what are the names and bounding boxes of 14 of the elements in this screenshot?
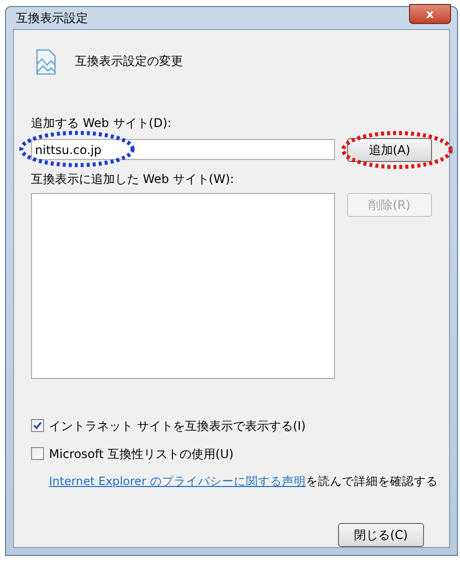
window-title: 互換表示設定 xyxy=(16,10,88,27)
close-dialog-button[interactable]: 閉じる(C) xyxy=(338,523,424,547)
added-sites-label: 互換表示に追加した Web サイト(W): xyxy=(31,170,236,188)
option-label: イントラネット サイトを互換表示で表示する(I) xyxy=(49,418,306,435)
privacy-link[interactable]: Internet Explorer のプライバシーに関する声明 xyxy=(49,474,306,488)
add-site-label: 追加する Web サイト(D): xyxy=(31,114,172,132)
website-input-field[interactable]: nittsu.co.jp xyxy=(31,139,336,160)
close-button[interactable]: x xyxy=(409,4,451,24)
dialog-heading: 互換表示設定の変更 xyxy=(75,52,183,70)
option-label: Microsoft 互換性リストの使用(U) xyxy=(49,446,234,463)
picture-file-icon xyxy=(35,48,57,76)
checkbox[interactable] xyxy=(31,447,44,460)
add-button[interactable]: 追加(A) xyxy=(347,138,432,162)
checkbox[interactable] xyxy=(31,419,44,432)
